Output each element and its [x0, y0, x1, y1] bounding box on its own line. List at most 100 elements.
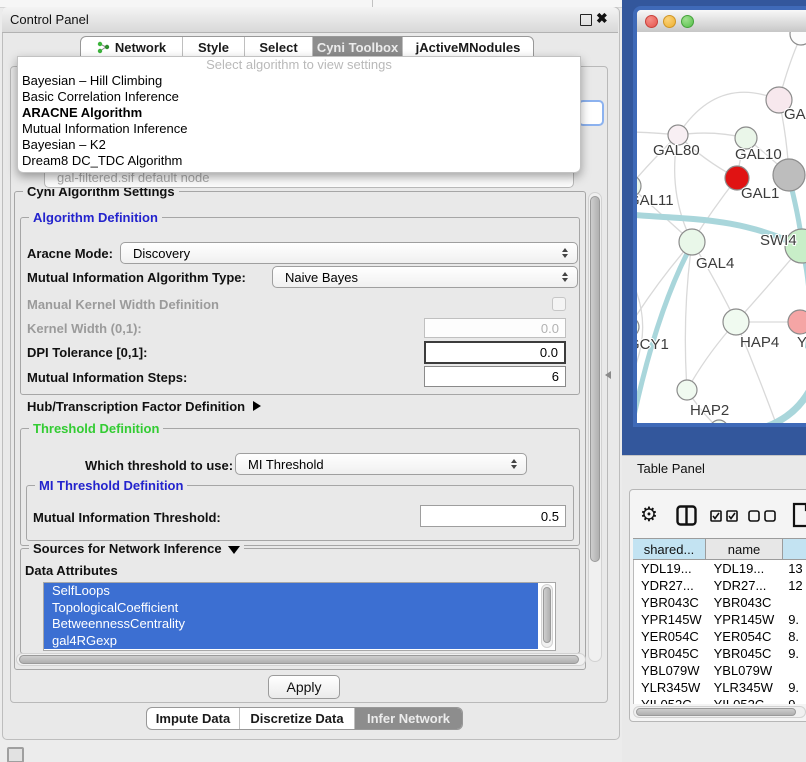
- tab-select[interactable]: Select: [245, 37, 313, 58]
- column-header-name[interactable]: name: [706, 539, 783, 559]
- network-canvas[interactable]: GALGAL80GAL10GAL1GAL11SWI4GAL4GCY1HAP4YH…: [637, 32, 806, 423]
- mi-steps-field[interactable]: 6: [424, 366, 566, 387]
- table-row[interactable]: YLR345WYLR345W9.: [634, 679, 806, 696]
- settings-scrollbar-track[interactable]: [588, 192, 602, 662]
- network-edge[interactable]: [678, 92, 779, 135]
- select-all-checkboxes-icon[interactable]: [710, 510, 740, 522]
- gear-icon[interactable]: ⚙: [640, 503, 658, 527]
- close-icon[interactable]: ✖: [596, 10, 608, 27]
- table-cell: YBR045C: [707, 645, 784, 662]
- panel-resize-grip-icon[interactable]: [605, 371, 611, 379]
- tab-infer-network[interactable]: Infer Network: [355, 708, 462, 729]
- network-edge-highlighted[interactable]: [727, 388, 806, 423]
- expand-right-icon[interactable]: [253, 401, 261, 411]
- table-hscrollbar-track[interactable]: [633, 706, 806, 718]
- collapse-down-icon[interactable]: [228, 546, 240, 554]
- table-row[interactable]: YBR045CYBR045C9.: [634, 645, 806, 662]
- column-header-shared[interactable]: shared...: [633, 539, 706, 559]
- settings-hscrollbar-thumb[interactable]: [19, 655, 579, 664]
- table-row[interactable]: YIL052CYIL052C9: [634, 696, 806, 704]
- table-cell: YDL19...: [634, 560, 707, 577]
- aracne-mode-combo[interactable]: Discovery: [120, 242, 578, 264]
- attribute-item-gal4rgexp[interactable]: gal4RGexp: [44, 633, 538, 650]
- network-node-pink-right[interactable]: [788, 310, 806, 334]
- algorithm-select-popup: Select algorithm to view settings Bayesi…: [17, 56, 581, 173]
- network-node-HAP2[interactable]: [677, 380, 697, 400]
- table-cell: 8.: [783, 628, 806, 645]
- algorithm-combo-focus-ring[interactable]: [578, 100, 604, 126]
- zoom-traffic-light-icon[interactable]: [681, 15, 694, 28]
- network-window[interactable]: GALGAL80GAL10GAL1GAL11SWI4GAL4GCY1HAP4YH…: [633, 6, 806, 427]
- attribute-table-body[interactable]: YDL19...YDL19...13YDR27...YDR27...12YBR0…: [633, 560, 806, 704]
- table-hscrollbar-thumb[interactable]: [636, 708, 796, 716]
- split-columns-icon[interactable]: [676, 505, 697, 526]
- network-edge[interactable]: [685, 242, 692, 390]
- popup-item-bayesian-k2[interactable]: Bayesian – K2: [18, 137, 580, 153]
- table-row[interactable]: YBR043CYBR043C: [634, 594, 806, 611]
- manual-kernel-width-label: Manual Kernel Width Definition: [27, 297, 219, 312]
- panel-toggle-icon[interactable]: [7, 747, 24, 762]
- settings-hscrollbar-track[interactable]: [16, 653, 586, 666]
- mi-algorithm-type-label: Mutual Information Algorithm Type:: [27, 270, 246, 285]
- table-cell: 9.: [783, 679, 806, 696]
- table-row[interactable]: YDR27...YDR27...12: [634, 577, 806, 594]
- minimize-traffic-light-icon[interactable]: [663, 15, 676, 28]
- attribute-item-topologicalcoefficient[interactable]: TopologicalCoefficient: [44, 600, 538, 617]
- attribute-item-selfloops[interactable]: SelfLoops: [44, 583, 538, 600]
- attribute-list-scrollbar-track[interactable]: [541, 584, 553, 648]
- network-node-top-partial[interactable]: [790, 32, 806, 45]
- close-traffic-light-icon[interactable]: [645, 15, 658, 28]
- network-node-bottom-partial[interactable]: [710, 420, 728, 423]
- float-window-icon[interactable]: [580, 14, 592, 26]
- sources-group-title[interactable]: Sources for Network Inference: [29, 541, 244, 556]
- table-cell: YDL19...: [707, 560, 784, 577]
- table-row[interactable]: YBL079WYBL079W: [634, 662, 806, 679]
- popup-prompt: Select algorithm to view settings: [18, 57, 580, 73]
- tab-jactivemnodules[interactable]: jActiveMNodules: [403, 37, 533, 58]
- hub-transcription-section[interactable]: Hub/Transcription Factor Definition: [27, 399, 261, 414]
- network-edge[interactable]: [692, 242, 736, 322]
- tab-label: Cyni Toolbox: [317, 40, 398, 55]
- settings-scrollbar-thumb[interactable]: [590, 196, 600, 562]
- table-row[interactable]: YDL19...YDL19...13: [634, 560, 806, 577]
- attribute-list-scrollbar-thumb[interactable]: [543, 587, 551, 643]
- tab-style[interactable]: Style: [183, 37, 245, 58]
- column-header-clipped[interactable]: [783, 539, 806, 559]
- table-cell: 13: [783, 560, 806, 577]
- which-threshold-combo[interactable]: MI Threshold: [235, 453, 527, 475]
- popup-item-mutual-information[interactable]: Mutual Information Inference: [18, 121, 580, 137]
- table-row[interactable]: YPR145WYPR145W9.: [634, 611, 806, 628]
- apply-button[interactable]: Apply: [268, 675, 340, 699]
- kernel-width-label: Kernel Width (0,1):: [27, 321, 142, 336]
- tab-cyni-toolbox[interactable]: Cyni Toolbox: [313, 37, 403, 58]
- network-window-titlebar[interactable]: [637, 10, 806, 33]
- aracne-mode-label: Aracne Mode:: [27, 246, 113, 261]
- popup-item-dream8[interactable]: Dream8 DC_TDC Algorithm: [18, 153, 580, 169]
- tab-label: Select: [259, 40, 297, 55]
- table-cell: [783, 662, 806, 679]
- tab-discretize-data[interactable]: Discretize Data: [240, 708, 355, 729]
- popup-item-aracne[interactable]: ARACNE Algorithm: [18, 105, 580, 121]
- data-attributes-list[interactable]: SelfLoops TopologicalCoefficient Between…: [43, 582, 556, 651]
- tab-impute-data[interactable]: Impute Data: [147, 708, 240, 729]
- mi-algorithm-type-combo[interactable]: Naive Bayes: [272, 266, 578, 288]
- deselect-all-checkboxes-icon[interactable]: [748, 510, 778, 522]
- network-node-GAL4[interactable]: [679, 229, 705, 255]
- dpi-tolerance-field[interactable]: 0.0: [424, 341, 566, 364]
- network-node-label: GAL4: [696, 255, 734, 272]
- table-cell: YIL052C: [634, 696, 707, 704]
- export-table-icon[interactable]: [792, 502, 806, 528]
- table-row[interactable]: YER054CYER054C8.: [634, 628, 806, 645]
- popup-item-basic-correlation[interactable]: Basic Correlation Inference: [18, 89, 580, 105]
- network-node-HAP4[interactable]: [723, 309, 749, 335]
- tab-network[interactable]: Network: [81, 37, 183, 58]
- network-node-GCY1[interactable]: [637, 317, 639, 337]
- kernel-width-field[interactable]: 0.0: [424, 318, 566, 338]
- manual-kernel-width-checkbox[interactable]: [552, 297, 566, 311]
- network-node-label: GAL1: [741, 185, 779, 202]
- popup-item-bayesian-hill-climbing[interactable]: Bayesian – Hill Climbing: [18, 73, 580, 89]
- mi-threshold-field[interactable]: 0.5: [420, 505, 566, 527]
- combo-arrows-icon: [562, 272, 568, 282]
- attribute-item-betweennesscentrality[interactable]: BetweennessCentrality: [44, 616, 538, 633]
- table-cell: YPR145W: [707, 611, 784, 628]
